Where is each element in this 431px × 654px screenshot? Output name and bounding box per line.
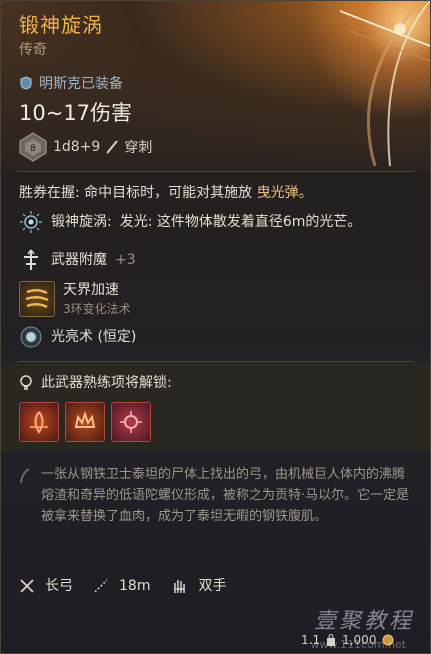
equipped-icon [20,76,32,90]
lore-section: 一张从钢铁卫士泰坦的尸体上找出的弓，由机械巨人体内的沸腾熔渣和奇异的低语陀螺仪形… [1,452,430,527]
mastery-title: 此武器熟练项将解锁: [41,375,172,391]
mastery-crown-icon[interactable] [65,402,105,442]
mastery-header: 此武器熟练项将解锁: [19,372,412,394]
two-handed-icon [174,580,186,593]
tooltip-header: 锻神旋涡 传奇 明斯克已装备 10~17伤害 8 1d8+9 穿刺 [1,1,430,171]
weapon-hands: 双手 [198,578,227,594]
haste-spell-icon[interactable] [19,280,55,317]
watermark: 壹聚教程 [313,609,414,634]
cantrip-name: 光亮术 (恒定) [51,329,137,345]
passive-main: 胜券在握: 命中目标时，可能对其施放 [19,185,253,201]
range-icon [94,579,108,593]
properties-section: 胜券在握: 命中目标时，可能对其施放 曳光弹。 锻神旋涡: 发光: 这件物体散发… [1,172,430,349]
mastery-flame-icon[interactable] [19,402,59,442]
piercing-icon [106,140,119,154]
cantrip-row[interactable]: 光亮术 (恒定) [19,325,412,349]
equipped-label: 明斯克已装备 [39,76,123,92]
die-face-label: 8 [30,144,36,154]
enchant-bonus: +3 [115,252,136,268]
mastery-section: 此武器熟练项将解锁: [1,362,430,452]
mastery-icons [19,402,412,442]
enchant-icon [24,249,38,270]
mastery-burst-icon[interactable] [111,402,151,442]
effect-row: 锻神旋涡: 发光: 这件物体散发着直径6m的光芒。 [19,210,412,234]
damage-range: 10~17伤害 [19,101,133,125]
spell-row[interactable]: 天界加速 3环变化法术 [19,280,412,317]
dice-value: 1d8+9 [53,139,101,155]
d8-die-icon: 8 [19,132,47,162]
weapon-type: 长弓 [45,578,73,594]
bow-image [339,1,430,166]
enchant-label: 武器附魔 [51,252,107,268]
passive-text: 胜券在握: 命中目标时，可能对其施放 曳光弹。 [19,182,412,204]
item-rarity: 传奇 [19,42,47,58]
spell-name: 天界加速 [63,282,119,298]
radiance-icon [20,211,42,233]
dice-row: 8 1d8+9 穿刺 [19,132,152,162]
longbow-type-icon [20,579,34,593]
lore-text: 一张从钢铁卫士泰坦的尸体上找出的弓，由机械巨人体内的沸腾熔渣和奇异的低语陀螺仪形… [41,467,410,524]
spell-type: 3环变化法术 [63,302,131,316]
quill-icon [20,468,30,484]
footer: 长弓 18m 双手 1.1 1,000 壹聚教程 www.111com.net [1,565,430,653]
damage-type: 穿刺 [124,140,153,156]
enchant-row: 武器附魔 +3 [19,248,412,272]
watermark-url: www.111com.net [310,638,406,651]
item-title: 锻神旋涡 [19,13,103,37]
weapon-range: 18m [119,578,151,594]
effect-text: 发光: 这件物体散发着直径6m的光芒。 [119,214,362,230]
effect-label: 锻神旋涡: [51,214,112,230]
weapon-stats: 长弓 18m 双手 [19,575,226,597]
equipped-status: 明斯克已装备 [19,73,123,93]
mastery-bulb-icon [20,375,32,390]
light-spell-icon [20,326,42,348]
passive-highlight: 曳光弹。 [256,185,313,201]
item-tooltip: 锻神旋涡 传奇 明斯克已装备 10~17伤害 8 1d8+9 穿刺 胜券在握: … [0,0,431,654]
